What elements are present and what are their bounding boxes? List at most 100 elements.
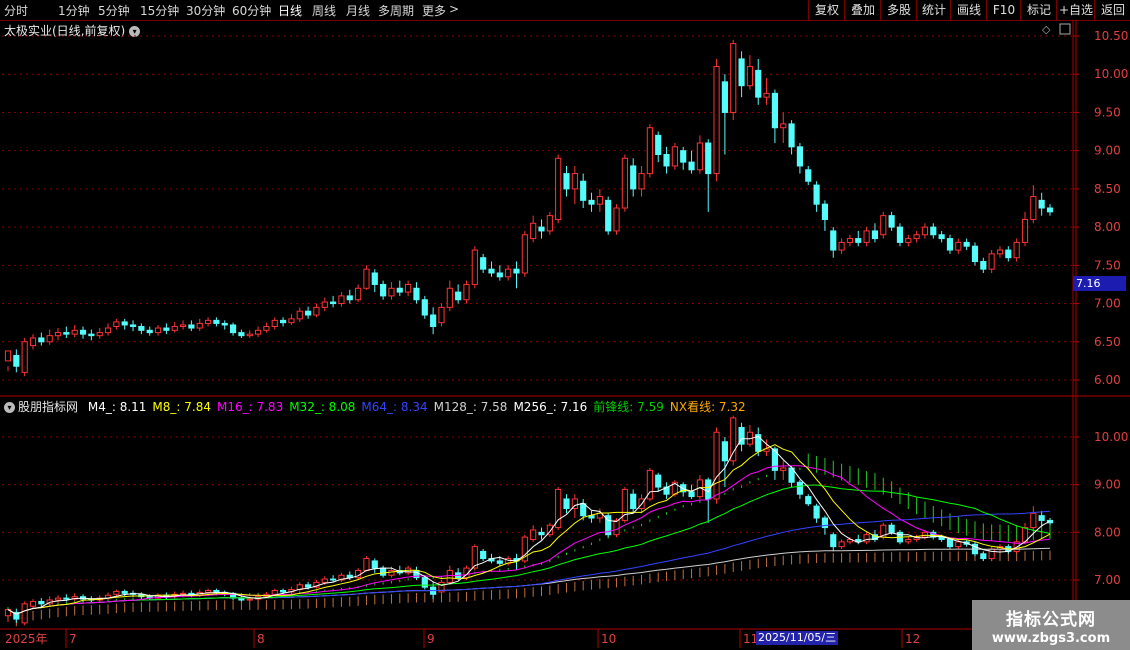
y-tick-label: 7.00 — [1094, 297, 1121, 311]
candle-body — [1021, 218, 1029, 243]
candle-body — [596, 196, 603, 205]
candle-body — [796, 146, 804, 167]
candle-body — [288, 318, 295, 324]
candle-body — [54, 332, 62, 337]
candle-body — [680, 150, 687, 163]
candle-body — [888, 215, 895, 228]
candle-body — [513, 268, 520, 274]
ind-candle-body — [121, 590, 128, 594]
ind-candle-body — [921, 531, 929, 538]
candle-body — [371, 272, 378, 285]
candle-body — [571, 173, 578, 190]
kline-chart[interactable]: 10.50 10.00 9.50 9.00 8.50 8.00 7.50 7.00 6.50 6.… — [0, 0, 1130, 650]
candle-body — [755, 69, 762, 98]
candle-body — [996, 249, 1004, 255]
candle-body — [630, 165, 637, 190]
candle-body — [29, 337, 37, 347]
candle-body — [1013, 241, 1020, 259]
candle-body — [413, 287, 420, 301]
candle-body — [646, 127, 653, 175]
ind-candle-body — [113, 590, 120, 595]
candle-body — [930, 226, 937, 236]
ind-candle-body — [805, 496, 812, 505]
candle-body — [955, 241, 962, 251]
candle-body — [338, 295, 345, 305]
candle-body — [563, 173, 570, 190]
candle-body — [655, 134, 662, 155]
ind-candle-body — [655, 474, 662, 488]
date-label: 2025年 — [5, 632, 48, 646]
candle-body — [121, 321, 128, 326]
candle-body — [821, 203, 829, 220]
ind-candle-body — [38, 600, 45, 605]
candle-body — [580, 180, 587, 201]
candle-body — [13, 355, 20, 367]
candle-body — [21, 341, 28, 373]
candle-body — [621, 157, 628, 209]
y-tick-label: 8.00 — [1094, 525, 1121, 539]
candle-body — [921, 226, 929, 236]
date-crosshair-label: 2025/11/05/三 — [756, 631, 839, 645]
candle-body — [321, 301, 328, 308]
candle-body — [838, 241, 845, 251]
ind-candle-body — [204, 589, 212, 593]
candle-body — [154, 327, 162, 334]
ind-candle-body — [63, 597, 70, 600]
candle-body — [605, 199, 612, 232]
ind-candle-body — [54, 597, 62, 601]
y-tick-label: 9.00 — [1094, 144, 1121, 158]
candle-body — [871, 230, 879, 240]
candle-body — [271, 319, 278, 327]
candle-body — [938, 234, 945, 240]
candle-body — [129, 324, 137, 327]
candle-body — [138, 325, 145, 331]
candle-body — [388, 287, 395, 297]
ind-candle-body — [721, 441, 728, 462]
candle-body — [713, 66, 720, 175]
candle-body — [88, 333, 95, 337]
watermark: 指标公式网 www.zbgs3.com — [972, 600, 1130, 650]
candle-body — [971, 245, 979, 263]
candle-body — [430, 314, 437, 327]
candle-body — [521, 234, 528, 274]
ind-candle-body — [563, 498, 570, 510]
ind-candle-body — [305, 584, 312, 588]
y-tick-label: 8.50 — [1094, 182, 1121, 196]
candle-body — [1038, 199, 1045, 209]
ind-candle-body — [1038, 515, 1045, 521]
y-tick-label: 8.00 — [1094, 220, 1121, 234]
candle-body — [63, 332, 70, 335]
diamond-icon: ◇ — [1042, 23, 1051, 36]
candle-body — [396, 287, 403, 293]
ind-candle-body — [830, 534, 837, 548]
candle-body — [438, 306, 445, 324]
ind-candle-body — [613, 519, 620, 536]
ind-candle-body — [421, 577, 428, 588]
watermark-title: 指标公式网 — [1006, 610, 1096, 630]
ind-candle-body — [280, 589, 287, 593]
ind-candle-body — [388, 569, 395, 576]
candle-body — [988, 253, 995, 270]
ind-candle-body — [946, 538, 954, 548]
candle-body — [363, 268, 370, 289]
candle-body — [546, 215, 553, 232]
candle-body — [96, 332, 103, 337]
ind-candle-body — [796, 481, 804, 495]
y-tick-label: 10.00 — [1094, 430, 1128, 444]
ind-candle-body — [538, 531, 545, 536]
candle-body — [221, 322, 228, 326]
ind-candle-body — [380, 567, 387, 576]
ind-candle-body — [363, 558, 370, 571]
candle-body — [446, 287, 453, 308]
candle-body — [163, 327, 170, 331]
candle-body — [280, 319, 287, 324]
ind-candle-body — [246, 598, 253, 601]
candle-body — [71, 329, 78, 335]
ind-candle-body — [630, 493, 637, 510]
candle-body — [346, 295, 353, 301]
y-tick-label: 9.50 — [1094, 105, 1121, 119]
ind-candle-body — [580, 503, 587, 517]
candle-body — [204, 319, 212, 324]
candle-body — [254, 329, 262, 335]
ind-candle-body — [863, 534, 870, 543]
